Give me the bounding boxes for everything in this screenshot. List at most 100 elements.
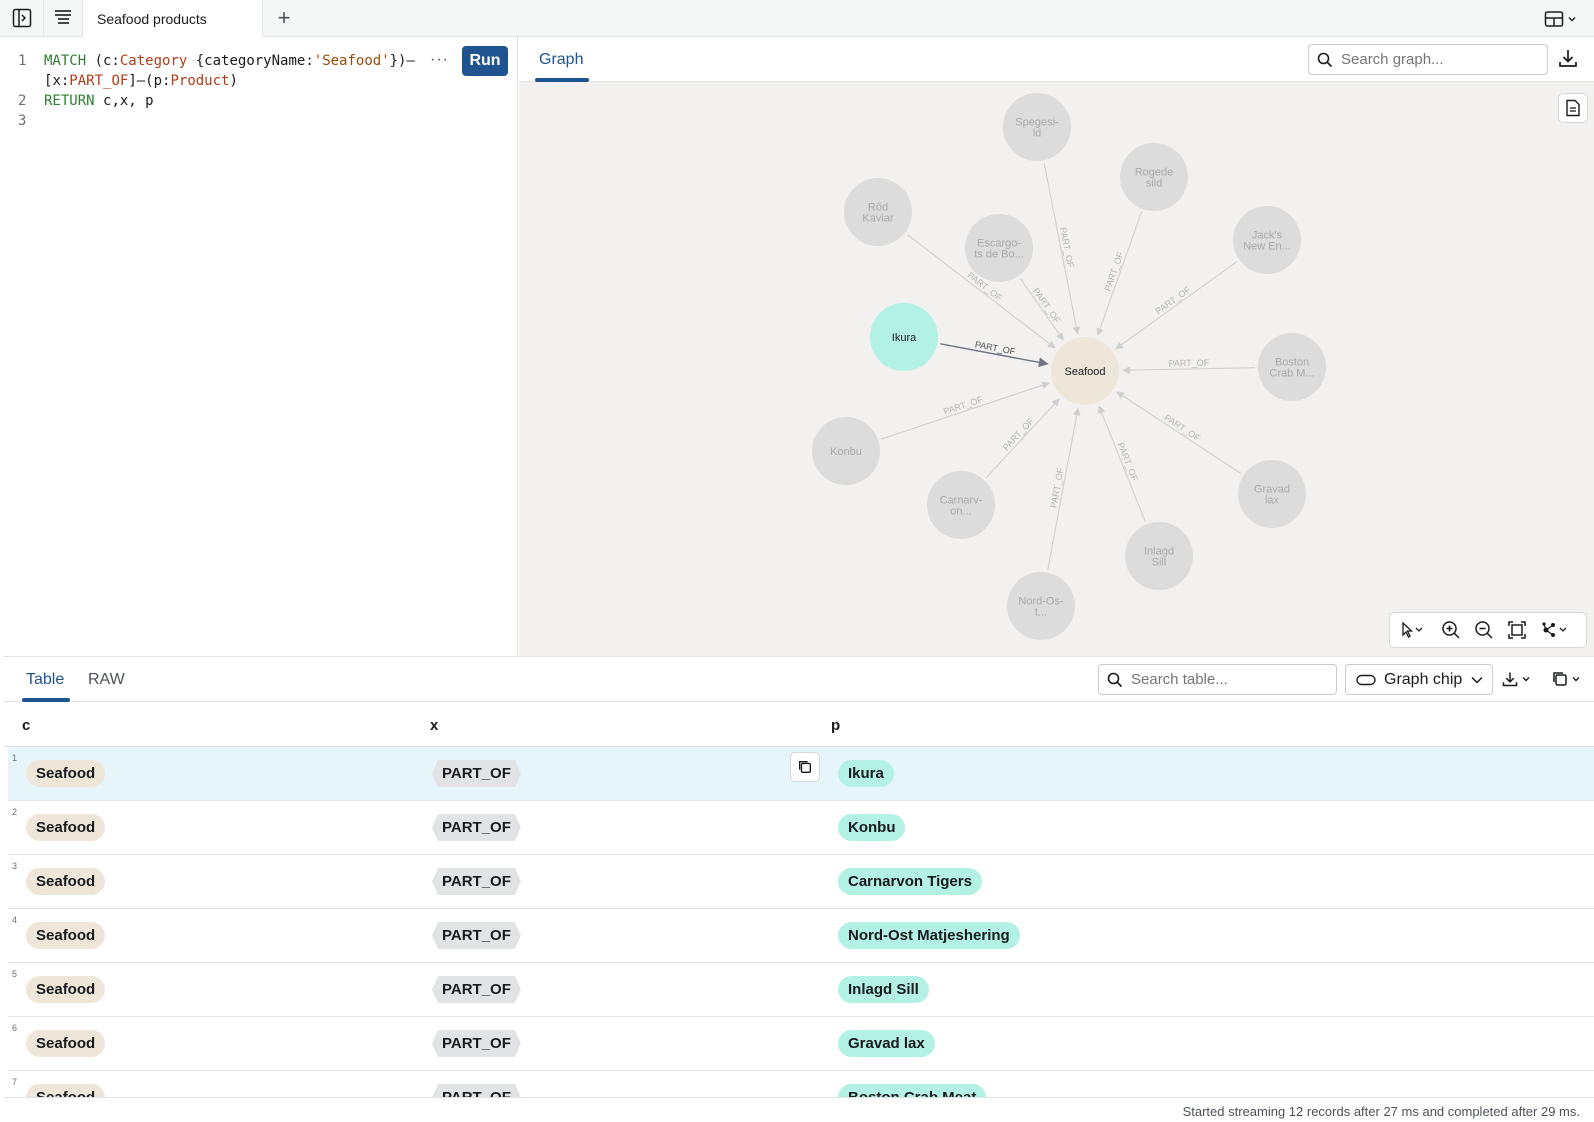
more-options-button[interactable]: ···	[430, 51, 454, 71]
graph-canvas[interactable]: PART_OF PART_OF PART_OF PART_OF PART_OF PART_…	[519, 82, 1594, 656]
code-token: ]–(p:	[128, 73, 171, 89]
tab-seafood-products[interactable]: Seafood products	[83, 0, 263, 37]
relationship-chip[interactable]: PART_OF	[432, 922, 521, 949]
tab-graph[interactable]: Graph	[539, 37, 583, 82]
product-chip[interactable]: Nord-Ost Matjeshering	[838, 922, 1020, 949]
table-row[interactable]: 6 Seafood PART_OF Gravad lax	[8, 1017, 1594, 1071]
chip-style-select[interactable]: Graph chip	[1345, 664, 1493, 695]
download-graph-button[interactable]	[1557, 47, 1581, 71]
relationship-label: PART_OF	[1031, 286, 1063, 325]
product-chip[interactable]: Inlagd Sill	[838, 976, 929, 1003]
code-area[interactable]: 1 MATCH (c: Category {categoryName: 'Seafoo…	[18, 51, 415, 131]
product-node[interactable]: Konbu	[812, 417, 880, 485]
table-row[interactable]: 5 Seafood PART_OF Inlagd Sill	[8, 963, 1594, 1017]
table-body: 1 Seafood PART_OF Ikura 2 Seafood PART_OF Konbu…	[8, 747, 1594, 1097]
product-node[interactable]: Escargo-ts de Bo...	[965, 214, 1033, 282]
copy-cell-button[interactable]	[790, 752, 820, 782]
query-list-button[interactable]	[44, 0, 83, 36]
row-number: 7	[12, 1077, 18, 1087]
relationship-edge[interactable]	[985, 398, 1060, 479]
relationship-chip[interactable]: PART_OF	[432, 976, 521, 1003]
relationship-edge[interactable]	[1116, 391, 1242, 475]
add-tab-button[interactable]: +	[272, 5, 296, 30]
graph-search-input[interactable]	[1341, 51, 1531, 68]
node-label: ld	[1033, 128, 1042, 140]
layout-toggle-button[interactable]	[1544, 7, 1580, 31]
layout-options-button[interactable]	[1533, 613, 1577, 647]
relationship-edge[interactable]	[1096, 211, 1143, 336]
code-token: categoryName	[204, 53, 306, 69]
product-chip[interactable]: Ikura	[838, 760, 894, 787]
code-token: MATCH	[44, 53, 95, 69]
code-line: 1 MATCH (c: Category {categoryName: 'Seafoo…	[18, 51, 415, 71]
code-token: PART_OF	[69, 73, 129, 89]
row-number: 3	[12, 861, 18, 871]
relationship-edge[interactable]	[1122, 366, 1256, 374]
tab-raw[interactable]: RAW	[88, 657, 125, 702]
code-token: )	[229, 73, 238, 89]
table-row[interactable]: 1 Seafood PART_OF Ikura	[8, 747, 1594, 801]
table-row[interactable]: 2 Seafood PART_OF Konbu	[8, 801, 1594, 855]
product-chip[interactable]: Gravad lax	[838, 1030, 935, 1057]
product-node[interactable]: Carnarv-on...	[927, 471, 995, 539]
product-node[interactable]: Nord-Os-t...	[1007, 572, 1075, 640]
relationship-edge[interactable]	[1019, 278, 1064, 341]
relationship-label: PART_OF	[1162, 412, 1202, 443]
table-row[interactable]: 4 Seafood PART_OF Nord-Ost Matjeshering	[8, 909, 1594, 963]
category-chip[interactable]: Seafood	[26, 868, 106, 895]
relationship-label: PART_OF	[1102, 250, 1125, 292]
table-search-box[interactable]	[1098, 664, 1337, 695]
category-chip[interactable]: Seafood	[26, 814, 106, 841]
product-node[interactable]: Spegesi-ld	[1003, 93, 1071, 161]
code-token: Category	[119, 53, 188, 69]
node-label: sild	[1146, 178, 1163, 190]
product-chip[interactable]: Konbu	[838, 814, 906, 841]
relationship-chip[interactable]: PART_OF	[432, 868, 521, 895]
code-token: x:	[52, 73, 70, 89]
code-token: :	[305, 53, 314, 69]
category-node[interactable]: Seafood	[1051, 337, 1119, 405]
graph-search-box[interactable]	[1308, 44, 1548, 75]
relationship-edge[interactable]	[1098, 405, 1146, 522]
product-node[interactable]: InlagdSill	[1125, 522, 1193, 590]
tab-table-label: Table	[26, 670, 65, 688]
product-node[interactable]: Ikura	[870, 303, 938, 371]
product-chip[interactable]: Carnarvon Tigers	[838, 868, 982, 895]
relationship-edge[interactable]	[1115, 261, 1238, 350]
tab-table[interactable]: Table	[26, 657, 64, 702]
zoom-out-button[interactable]	[1467, 613, 1500, 647]
copy-results-button[interactable]	[1551, 667, 1587, 691]
node-label: Kaviar	[862, 213, 894, 225]
product-chip[interactable]: Boston Crab Meat	[838, 1084, 987, 1097]
chevron-down-icon	[1572, 677, 1580, 682]
product-node[interactable]: BostonCrab M...	[1258, 333, 1326, 401]
table-row[interactable]: 7 Seafood PART_OF Boston Crab Meat	[8, 1071, 1594, 1097]
relationship-chip[interactable]: PART_OF	[432, 814, 521, 841]
line-number: 1	[18, 53, 27, 69]
relationship-chip[interactable]: PART_OF	[432, 1084, 521, 1097]
fit-to-screen-button[interactable]	[1500, 613, 1533, 647]
product-node[interactable]: Rogedesild	[1120, 143, 1188, 211]
category-chip[interactable]: Seafood	[26, 760, 106, 787]
zoom-in-button[interactable]	[1434, 613, 1467, 647]
run-button[interactable]: Run	[462, 46, 508, 76]
table-row[interactable]: 3 Seafood PART_OF Carnarvon Tigers	[8, 855, 1594, 909]
table-search-input[interactable]	[1131, 671, 1321, 688]
product-node[interactable]: Jack'sNew En...	[1233, 206, 1301, 274]
product-node[interactable]: Gravadlax	[1238, 460, 1306, 528]
relationship-chip[interactable]: PART_OF	[432, 1030, 521, 1057]
select-mode-button[interactable]	[1390, 613, 1434, 647]
node-label: Ikura	[892, 332, 917, 344]
chevron-down-icon	[1522, 677, 1530, 682]
relationship-chip[interactable]: PART_OF	[432, 760, 521, 787]
query-editor[interactable]: 1 MATCH (c: Category {categoryName: 'Seafoo…	[4, 37, 518, 656]
zoom-in-icon	[1441, 621, 1460, 639]
product-node[interactable]: RödKaviar	[844, 178, 912, 246]
category-chip[interactable]: Seafood	[26, 1030, 106, 1057]
download-results-button[interactable]	[1501, 667, 1537, 691]
toggle-sidebar-button[interactable]	[0, 0, 44, 36]
category-chip[interactable]: Seafood	[26, 1084, 106, 1097]
category-chip[interactable]: Seafood	[26, 976, 106, 1003]
code-line: [x: PART_OF]–(p: Product)	[18, 71, 415, 91]
category-chip[interactable]: Seafood	[26, 922, 106, 949]
